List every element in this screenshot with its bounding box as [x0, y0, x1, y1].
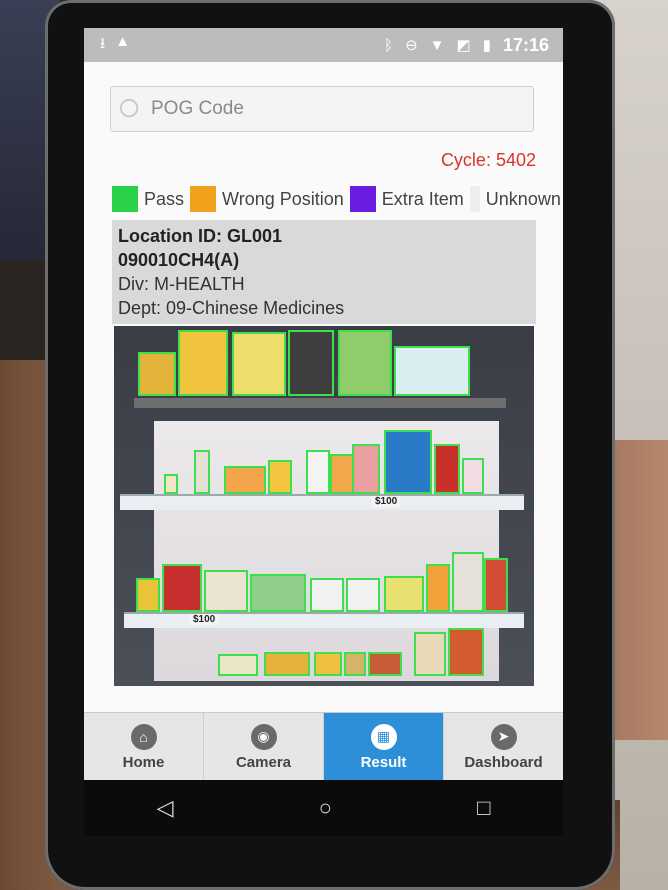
bottom-navigation: ⌂ Home ◉ Camera ▦ Result ➤ Dashboard [84, 712, 563, 780]
product-detection [268, 460, 292, 494]
clock: 17:16 [502, 34, 549, 55]
do-not-disturb-icon: ⊖ [405, 37, 418, 54]
legend-item-unknown: Unknown [469, 186, 563, 212]
shelf-result-image[interactable]: $100 $100 [114, 326, 534, 686]
warning-icon: ▲ [115, 32, 131, 50]
legend-item-extra-item: Extra Item [349, 186, 470, 212]
product-detection [452, 552, 484, 612]
unknown-swatch [469, 186, 480, 212]
home-icon: ⌂ [130, 723, 157, 750]
product-detection [394, 346, 470, 396]
product-detection [264, 652, 310, 676]
price-tag: $100 [372, 496, 401, 507]
pog-code-input[interactable] [149, 97, 513, 121]
product-detection [162, 564, 202, 612]
legend-label: Unknown [485, 188, 561, 209]
legend-item-pass: Pass [112, 186, 190, 212]
extra-item-swatch [349, 186, 376, 212]
product-detection [368, 652, 402, 676]
division: Div: M-HEALTH [118, 274, 245, 294]
camera-icon: ◉ [250, 723, 277, 750]
product-detection [224, 466, 266, 494]
product-detection [384, 576, 424, 612]
nav-label: Camera [235, 753, 292, 771]
pog-code: 090010CH4(A) [118, 250, 240, 270]
nav-dashboard[interactable]: ➤ Dashboard [444, 713, 563, 780]
download-icon: ⭳ [100, 34, 106, 52]
location-panel: Location ID: GL001 090010CH4(A) Div: M-H… [112, 220, 536, 324]
shelf-price-rail [124, 612, 524, 628]
product-detection [218, 654, 258, 676]
product-detection [314, 652, 342, 676]
legend-label: Pass [144, 188, 185, 209]
product-detection [306, 450, 330, 494]
home-circle-icon[interactable]: ○ [319, 795, 332, 821]
legend-item-wrong-position: Wrong Position [190, 186, 350, 212]
location-id: Location ID: GL001 [118, 226, 283, 246]
product-detection [164, 474, 178, 494]
product-detection [138, 352, 176, 396]
product-detection [344, 652, 366, 676]
price-tag: $100 [190, 614, 219, 625]
product-detection [288, 330, 334, 396]
status-bar: ⭳ ▲ ᛒ ⊖ ▼ ◩ ▮ 17:16 [84, 28, 563, 62]
product-detection [484, 558, 508, 612]
legend-label: Extra Item [381, 188, 464, 209]
nav-label: Home [122, 753, 165, 771]
nav-label: Result [360, 753, 407, 771]
navigation-arrow-icon: ➤ [490, 723, 517, 750]
bluetooth-icon: ᛒ [384, 36, 394, 54]
nav-result[interactable]: ▦ Result [324, 713, 444, 780]
product-detection [250, 574, 306, 612]
product-detection [352, 444, 380, 494]
product-detection [346, 578, 380, 612]
nav-label: Dashboard [464, 753, 543, 771]
department: Dept: 09-Chinese Medicines [118, 298, 345, 318]
product-detection [426, 564, 450, 612]
wifi-icon: ▼ [429, 36, 445, 54]
pog-search-box[interactable] [110, 86, 534, 132]
product-detection [232, 332, 286, 396]
product-detection [136, 578, 160, 612]
no-sim-icon: ◩ [456, 37, 471, 54]
battery-icon: ▮ [482, 37, 491, 54]
product-detection [330, 454, 354, 494]
pass-swatch [112, 186, 138, 212]
product-detection [204, 570, 248, 612]
product-detection [414, 632, 446, 676]
grid-icon: ▦ [370, 723, 397, 750]
search-icon [119, 98, 139, 118]
product-detection [194, 450, 210, 494]
wrong-position-swatch [190, 186, 217, 212]
product-detection [462, 458, 484, 494]
legend-label: Wrong Position [222, 188, 344, 209]
product-detection [338, 330, 392, 396]
product-detection [384, 430, 432, 494]
shelf-price-rail [120, 494, 524, 510]
product-detection [434, 444, 460, 494]
shelf-board [134, 398, 506, 408]
product-detection [178, 330, 228, 396]
product-detection [448, 628, 484, 676]
back-icon[interactable]: ◁ [157, 795, 174, 821]
nav-home[interactable]: ⌂ Home [84, 713, 204, 780]
cycle-label: Cycle: 5402 [440, 150, 536, 170]
recents-icon[interactable]: □ [477, 795, 490, 821]
legend: Pass Wrong Position Extra Item Unknown [112, 186, 563, 212]
nav-camera[interactable]: ◉ Camera [204, 713, 324, 780]
app-screen: ⭳ ▲ ᛒ ⊖ ▼ ◩ ▮ 17:16 Cycle: 5402 Pass Wro… [84, 28, 563, 780]
system-navigation-bar: ◁ ○ □ [84, 780, 563, 836]
product-detection [310, 578, 344, 612]
